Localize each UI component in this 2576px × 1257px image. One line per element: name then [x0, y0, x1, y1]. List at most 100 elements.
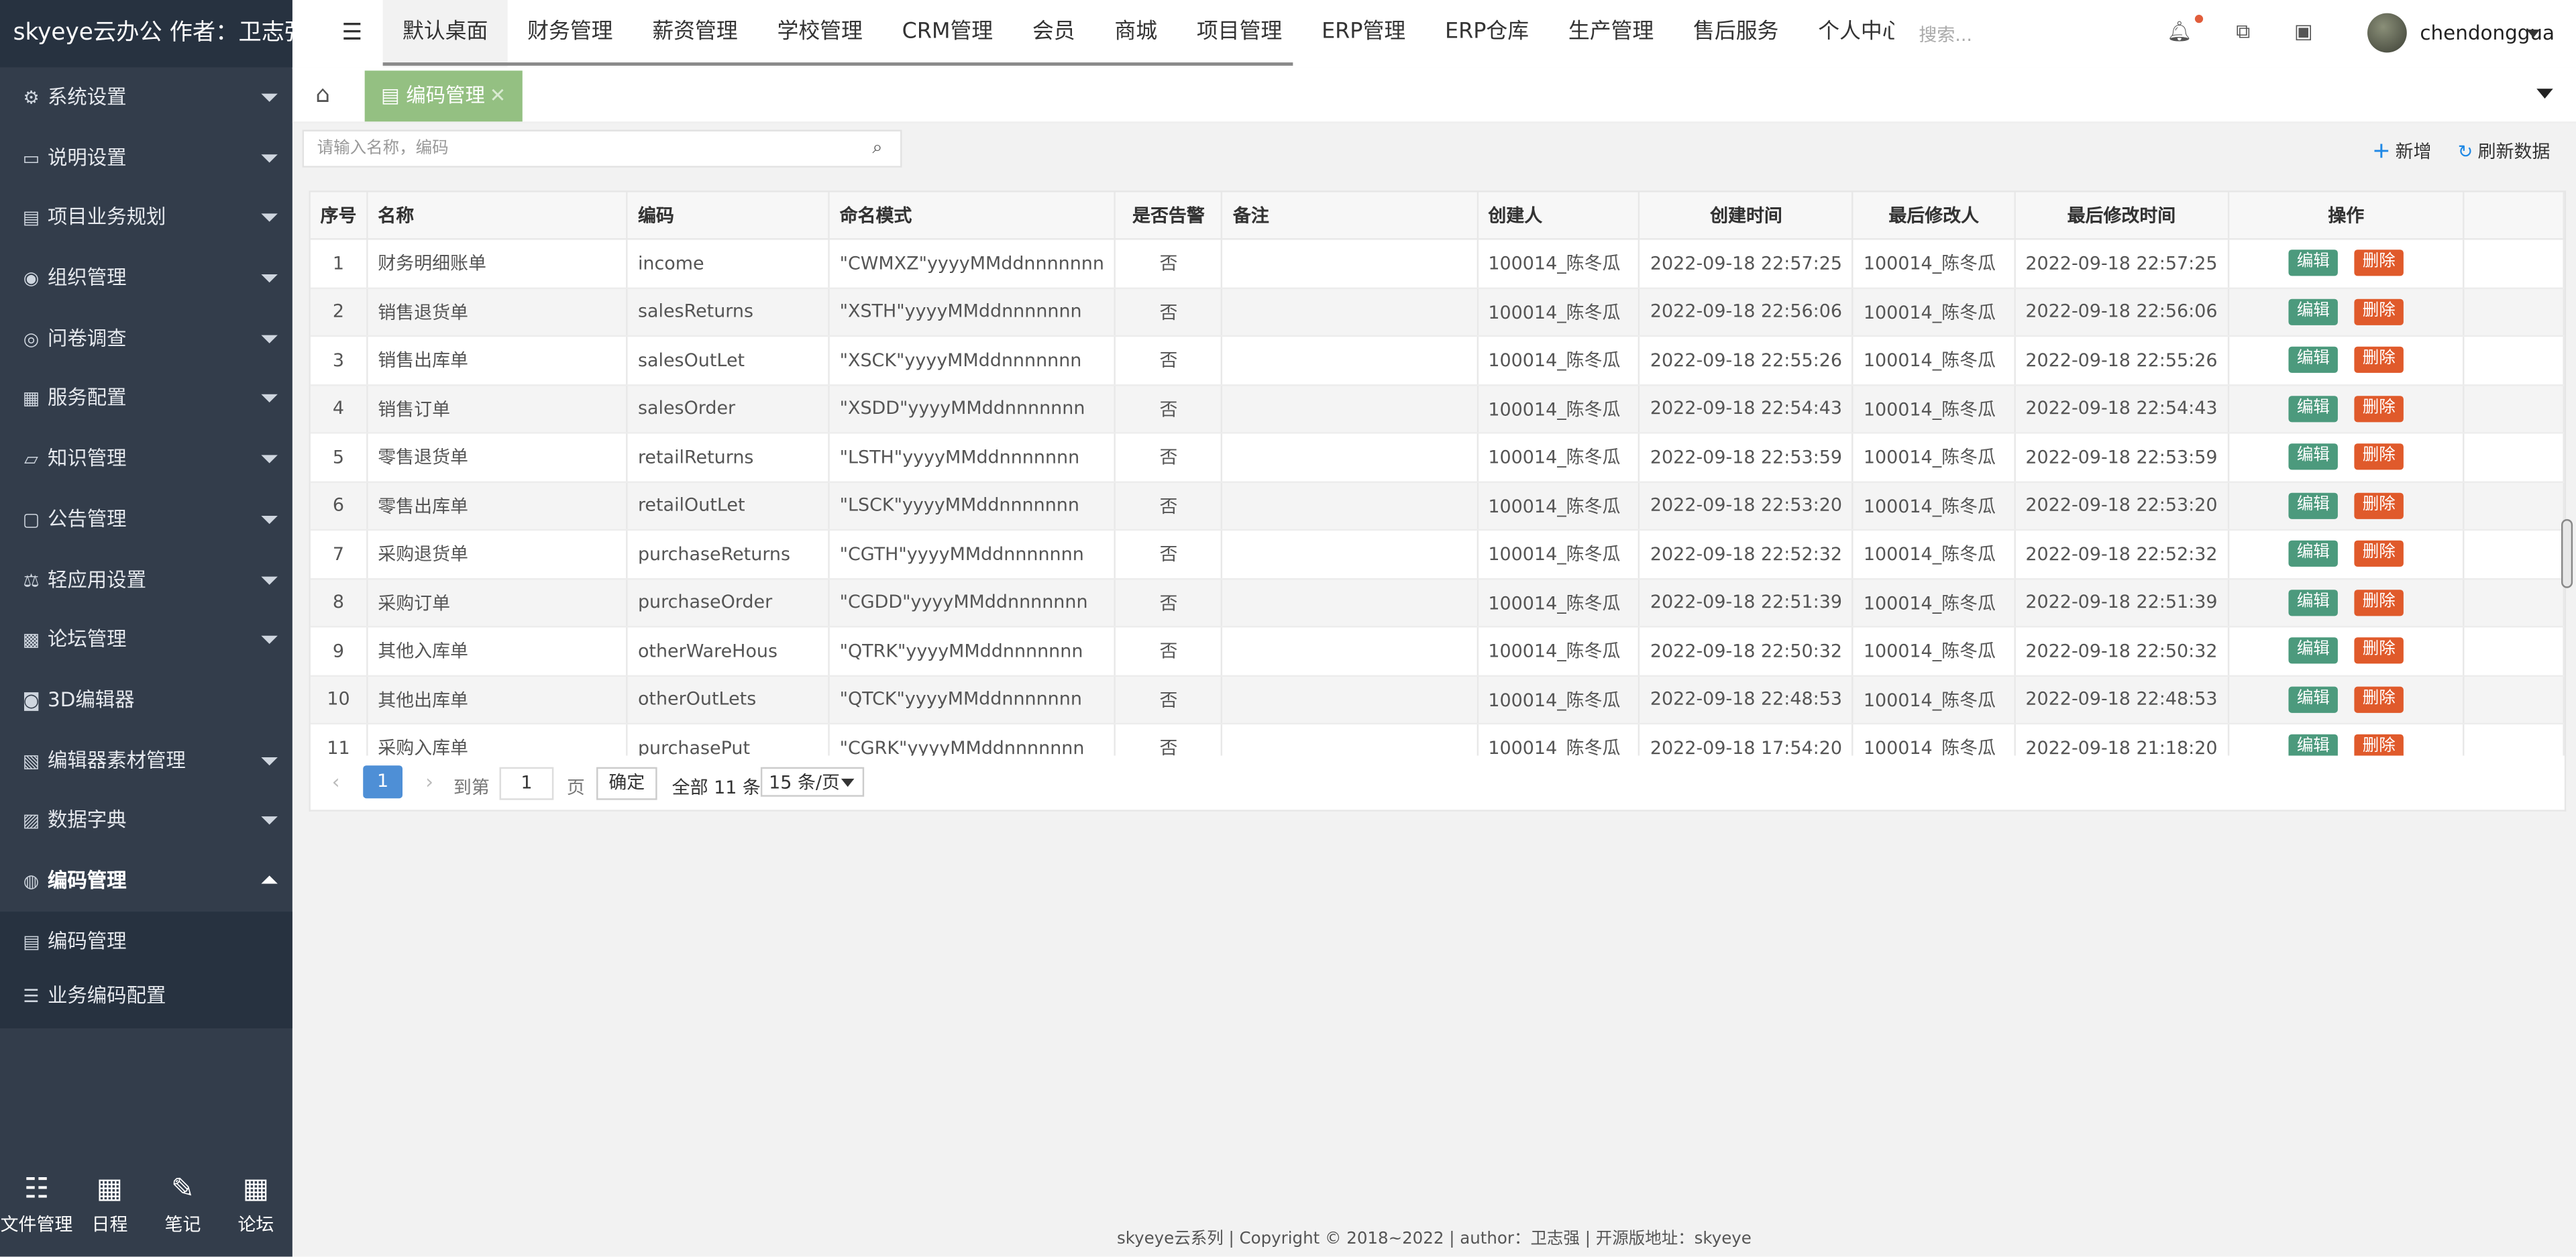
screen-icon[interactable]: ⧉ — [2236, 19, 2250, 44]
delete-button[interactable]: 删除 — [2354, 298, 2404, 325]
sidebar-item-6[interactable]: ▦ 服务配置 — [0, 369, 292, 429]
sidebar-item-11[interactable]: ◙ 3D编辑器 — [0, 670, 292, 730]
nav-tab-9[interactable]: ERP管理 — [1302, 0, 1426, 67]
chevron-down-icon — [261, 93, 278, 102]
sidebar-item-label: 问卷调查 — [48, 326, 127, 350]
sidebar-item-label: 系统设置 — [48, 85, 127, 109]
scrollbar[interactable] — [2561, 518, 2573, 588]
sidebar-item-1[interactable]: ⚙ 系统设置 — [0, 67, 292, 127]
table-cell: 10 — [310, 675, 368, 724]
bottom-button-4[interactable]: ▦ 论坛 — [219, 1164, 292, 1256]
table-row: 9 其他入库单 otherWareHous "QTRK"yyyyMMddnnnnnnn… — [310, 626, 2565, 676]
submenu-item-2[interactable]: ☰ 业务编码配置 — [0, 969, 292, 1023]
sidebar-item-7[interactable]: ▱ 知识管理 — [0, 429, 292, 489]
column-header-filler — [2464, 192, 2565, 240]
nav-tab-8[interactable]: 项目管理 — [1177, 0, 1302, 67]
nav-tab-1[interactable]: 默认桌面 — [382, 0, 508, 68]
menu-toggle-icon[interactable]: ☰ — [341, 19, 362, 46]
global-search-input[interactable]: 搜索... — [1919, 21, 1972, 48]
goto-page-input[interactable]: 1 — [499, 767, 554, 800]
page-1-button[interactable]: 1 — [363, 765, 403, 799]
bottom-button-1[interactable]: ☷ 文件管理 — [0, 1164, 73, 1256]
edit-button[interactable]: 编辑 — [2288, 395, 2339, 422]
delete-button[interactable]: 删除 — [2354, 589, 2404, 616]
add-button[interactable]: ＋新增 — [2372, 138, 2431, 164]
monitor-icon: ▭ — [22, 147, 40, 169]
bottom-button-3[interactable]: ✎ 笔记 — [146, 1164, 219, 1256]
tab-options-caret-icon[interactable] — [2536, 89, 2553, 99]
sidebar-item-10[interactable]: ▩ 论坛管理 — [0, 610, 292, 670]
table-cell: "CGTH"yyyyMMddnnnnnnn — [828, 529, 1116, 580]
table-cell: "CGDD"yyyyMMddnnnnnnn — [828, 578, 1116, 628]
table-cell — [1222, 481, 1479, 531]
nav-tab-11[interactable]: 生产管理 — [1548, 0, 1673, 67]
delete-button[interactable]: 删除 — [2354, 347, 2404, 374]
confirm-button[interactable]: 确定 — [596, 767, 657, 800]
search-input[interactable]: 请输入名称，编码 — [302, 129, 902, 168]
bell-icon[interactable]: 🔔︎ — [2167, 15, 2204, 43]
nav-tab-12[interactable]: 售后服务 — [1674, 0, 1799, 67]
sidebar-item-13[interactable]: ▨ 数据字典 — [0, 791, 292, 851]
sidebar-item-14[interactable]: ◍ 编码管理 — [0, 851, 292, 911]
sidebar-item-9[interactable]: ⚖ 轻应用设置 — [0, 549, 292, 610]
next-page-icon[interactable]: › — [425, 771, 433, 794]
table-row: 7 采购退货单 purchaseReturns "CGTH"yyyyMMddnnnnn… — [310, 529, 2565, 580]
lock-screen-icon[interactable]: ▣ — [2294, 19, 2313, 42]
table-cell: 其他入库单 — [367, 626, 629, 676]
table-cell — [1222, 626, 1479, 676]
nav-tab-3[interactable]: 薪资管理 — [633, 0, 757, 67]
table-cell: 100014_陈冬瓜 — [1477, 335, 1641, 386]
sidebar-item-2[interactable]: ▭ 说明设置 — [0, 127, 292, 188]
submenu-item-1[interactable]: ▤ 编码管理 — [0, 914, 292, 969]
home-icon[interactable]: ⌂ — [315, 82, 330, 108]
nav-tab-2[interactable]: 财务管理 — [508, 0, 633, 67]
nav-tab-7[interactable]: 商城 — [1095, 0, 1177, 67]
table-cell — [1222, 675, 1479, 724]
refresh-label: 刷新数据 — [2477, 141, 2551, 163]
table-cell-filler — [2464, 675, 2565, 724]
add-label: 新增 — [2395, 141, 2432, 163]
delete-button[interactable]: 删除 — [2354, 492, 2404, 519]
edit-button[interactable]: 编辑 — [2288, 637, 2339, 665]
edit-button[interactable]: 编辑 — [2288, 541, 2339, 567]
sidebar-item-5[interactable]: ◎ 问卷调查 — [0, 309, 292, 369]
edit-button[interactable]: 编辑 — [2288, 298, 2339, 325]
bottom-button-2[interactable]: ▦ 日程 — [73, 1164, 146, 1256]
edit-button[interactable]: 编辑 — [2288, 686, 2339, 713]
delete-button[interactable]: 删除 — [2354, 686, 2404, 713]
nav-tab-13[interactable]: 个人中心 — [1799, 0, 1894, 67]
table-cell — [1222, 529, 1479, 580]
refresh-button[interactable]: ↻ 刷新数据 — [2458, 138, 2551, 164]
nav-tab-6[interactable]: 会员 — [1013, 0, 1095, 67]
table-row: 1 财务明细账单 income "CWMXZ"yyyyMMddnnnnnnn 否 1000… — [310, 239, 2565, 288]
table-cell-filler — [2464, 578, 2565, 628]
chevron-down-icon — [261, 875, 278, 884]
edit-button[interactable]: 编辑 — [2288, 492, 2339, 519]
sidebar-item-12[interactable]: ▧ 编辑器素材管理 — [0, 730, 292, 791]
delete-button[interactable]: 删除 — [2354, 541, 2404, 567]
sidebar-item-3[interactable]: ▤ 项目业务规划 — [0, 188, 292, 248]
avatar[interactable] — [2367, 13, 2407, 53]
sidebar-item-8[interactable]: ▢ 公告管理 — [0, 489, 292, 549]
nav-tab-5[interactable]: CRM管理 — [882, 0, 1012, 67]
table-cell: 7 — [310, 529, 368, 580]
nav-tab-10[interactable]: ERP仓库 — [1426, 0, 1549, 67]
username[interactable]: chendonggua — [2420, 21, 2576, 44]
delete-button[interactable]: 删除 — [2354, 637, 2404, 665]
delete-button[interactable]: 删除 — [2354, 443, 2404, 471]
delete-button[interactable]: 删除 — [2354, 250, 2404, 277]
edit-button[interactable]: 编辑 — [2288, 250, 2339, 277]
sidebar-item-4[interactable]: ◉ 组织管理 — [0, 248, 292, 309]
edit-button[interactable]: 编辑 — [2288, 347, 2339, 374]
close-icon[interactable]: ✕ — [490, 70, 506, 121]
tab-encoding-management[interactable]: ▤ 编码管理 ✕ — [364, 70, 523, 122]
prev-page-icon[interactable]: ‹ — [332, 771, 340, 794]
edit-button[interactable]: 编辑 — [2288, 443, 2339, 471]
edit-button[interactable]: 编辑 — [2288, 589, 2339, 616]
nav-tab-4[interactable]: 学校管理 — [757, 0, 882, 67]
delete-button[interactable]: 删除 — [2354, 395, 2404, 422]
page-size-select[interactable]: 15 条/页 — [760, 767, 865, 797]
pagination: ‹ 1 › 到第 1 页 确定 全部 11 条 15 条/页 — [309, 755, 2567, 812]
user-menu-caret-icon[interactable] — [2526, 30, 2540, 38]
search-icon[interactable]: ⌕ — [872, 136, 882, 159]
